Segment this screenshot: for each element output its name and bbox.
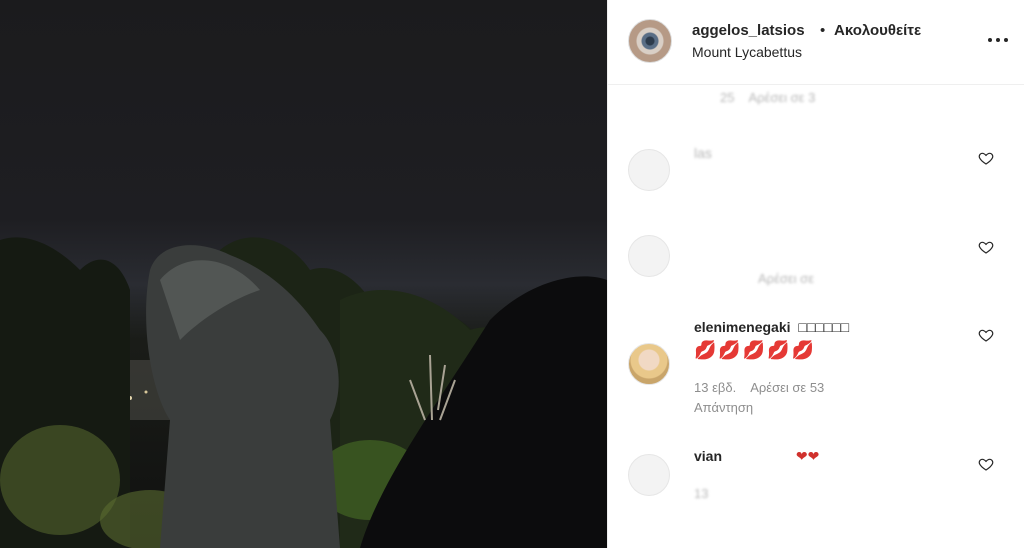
post-side-panel: aggelos_latsios • Ακολουθείτε Mount Lyca… xyxy=(607,0,1024,548)
reply-button[interactable]: Απάντηση xyxy=(694,400,753,415)
comment-item: 25 Αρέσει σε 3 xyxy=(608,84,1024,110)
comment-time: 13 εβδ. xyxy=(694,380,737,395)
heart-icon[interactable] xyxy=(978,327,994,343)
header-separator: • xyxy=(820,22,826,39)
comment-item: elenimenegaki □□□□□□ 💋💋💋💋💋 13 εβδ. Αρέσε… xyxy=(608,310,1024,420)
comment-item: vian ❤❤ 13 xyxy=(608,440,1024,530)
commenter-avatar[interactable] xyxy=(628,235,670,277)
post-location[interactable]: Mount Lycabettus xyxy=(692,44,802,60)
author-avatar[interactable] xyxy=(628,19,672,63)
comment-likes[interactable]: Αρέσει σε 3 xyxy=(748,90,815,105)
commenter-username[interactable]: vian ❤❤ xyxy=(694,448,819,465)
comment-time: 13 xyxy=(694,486,709,501)
commenter-avatar[interactable] xyxy=(628,343,670,385)
night-scene-image xyxy=(0,237,607,548)
comment-meta: 13 εβδ. Αρέσει σε 53 xyxy=(694,380,824,395)
comment-time: 25 xyxy=(720,90,735,105)
commenter-avatar[interactable] xyxy=(628,149,670,191)
comment-likes[interactable]: Αρέσει σε xyxy=(758,271,814,286)
more-options-icon[interactable] xyxy=(986,28,1010,52)
following-button[interactable]: Ακολουθείτε xyxy=(834,22,921,39)
commenter-username[interactable]: elenimenegaki □□□□□□ xyxy=(694,319,849,335)
heart-icon[interactable] xyxy=(978,150,994,166)
author-username[interactable]: aggelos_latsios xyxy=(692,22,805,39)
heart-icon[interactable] xyxy=(978,456,994,472)
comment-item: Αρέσει σε xyxy=(608,225,1024,305)
comment-meta: 13 xyxy=(694,486,708,501)
comment-likes[interactable]: Αρέσει σε 53 xyxy=(750,380,824,395)
commenter-username[interactable]: las xyxy=(694,145,712,161)
comment-item: las xyxy=(608,135,1024,215)
commenter-avatar[interactable] xyxy=(628,454,670,496)
comment-meta: Αρέσει σε xyxy=(758,271,814,286)
comment-meta: 25 Αρέσει σε 3 xyxy=(720,90,815,105)
comment-text: 💋💋💋💋💋 xyxy=(694,340,817,360)
post-photo xyxy=(0,0,607,548)
heart-icon[interactable] xyxy=(978,239,994,255)
post-header: aggelos_latsios • Ακολουθείτε Mount Lyca… xyxy=(608,0,1024,85)
